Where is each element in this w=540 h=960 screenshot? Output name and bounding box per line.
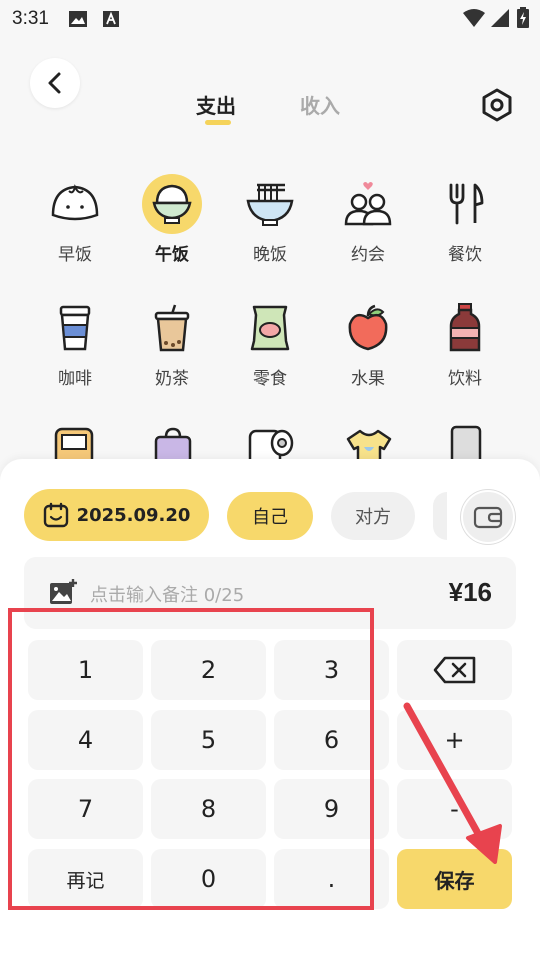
save-button[interactable]: 保存 <box>397 849 512 909</box>
battery-icon <box>517 7 529 28</box>
snack-bag-icon <box>240 298 300 358</box>
signal-icon <box>491 9 509 27</box>
active-tab-indicator <box>205 120 231 125</box>
category-dining[interactable]: 餐饮 <box>425 174 505 265</box>
noodle-bowl-icon <box>240 174 300 234</box>
wallet-icon <box>473 506 503 529</box>
settings-icon[interactable] <box>480 88 514 122</box>
category-label: 早饭 <box>58 245 92 265</box>
key-plus[interactable]: + <box>397 710 512 770</box>
category-label: 奶茶 <box>155 369 189 389</box>
payer-other-chip[interactable]: 对方 <box>331 492 415 540</box>
category-label: 晚饭 <box>253 245 287 265</box>
category-date[interactable]: 约会 <box>328 174 408 265</box>
category-label: 水果 <box>351 369 385 389</box>
annotation-highlight-box <box>8 608 374 910</box>
back-button[interactable] <box>30 58 80 108</box>
category-label: 咖啡 <box>58 369 92 389</box>
tab-income[interactable]: 收入 <box>300 90 340 119</box>
category-label: 零食 <box>253 369 287 389</box>
backspace-icon <box>433 656 475 684</box>
apple-icon <box>338 298 398 358</box>
date-picker-button[interactable]: 2025.09.20 <box>24 489 209 541</box>
category-label: 约会 <box>351 245 385 265</box>
category-label: 餐饮 <box>448 245 482 265</box>
category-drinks[interactable]: 饮料 <box>425 298 505 389</box>
category-label: 午饭 <box>155 245 189 265</box>
couple-icon <box>338 174 398 234</box>
rice-bowl-icon <box>142 174 202 234</box>
key-minus[interactable]: - <box>397 779 512 839</box>
backspace-button[interactable] <box>397 640 512 700</box>
category-milk-tea[interactable]: 奶茶 <box>132 298 212 389</box>
category-breakfast[interactable]: 早饭 <box>35 174 115 265</box>
soda-bottle-icon <box>435 298 495 358</box>
payer-self-chip[interactable]: 自己 <box>227 492 313 540</box>
status-bar: 3:31 <box>0 0 540 38</box>
category-label: 饮料 <box>448 369 482 389</box>
add-image-icon[interactable] <box>48 578 78 606</box>
wifi-icon <box>463 9 485 27</box>
payer-more-chip[interactable] <box>433 492 447 540</box>
tab-expense[interactable]: 支出 <box>196 90 236 119</box>
note-placeholder: 点击输入备注 0/25 <box>90 585 245 606</box>
category-coffee[interactable]: 咖啡 <box>35 298 115 389</box>
text-notification-icon <box>103 11 119 27</box>
date-value: 2025.09.20 <box>76 504 191 526</box>
wallet-button[interactable] <box>461 490 515 544</box>
category-snacks[interactable]: 零食 <box>230 298 310 389</box>
fork-knife-icon <box>435 174 495 234</box>
status-time: 3:31 <box>12 8 49 29</box>
calendar-icon <box>43 502 68 528</box>
category-lunch[interactable]: 午饭 <box>132 174 212 265</box>
amount-display: ¥16 <box>448 577 492 607</box>
chevron-left-icon <box>48 72 61 94</box>
milk-tea-icon <box>142 298 202 358</box>
category-fruit[interactable]: 水果 <box>328 298 408 389</box>
image-notification-icon <box>69 11 87 27</box>
bun-icon <box>45 174 105 234</box>
category-dinner[interactable]: 晚饭 <box>230 174 310 265</box>
coffee-cup-icon <box>45 298 105 358</box>
